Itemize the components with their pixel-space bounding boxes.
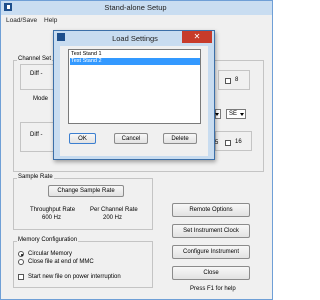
- channel-16-label: 16: [235, 139, 242, 145]
- channel-8-label: 8: [235, 77, 239, 83]
- channel-5-label: 5: [215, 140, 219, 146]
- set-instrument-clock-button[interactable]: Set Instrument Clock: [172, 224, 250, 238]
- remote-options-button[interactable]: Remote Options: [172, 203, 250, 217]
- channel-8-checkbox[interactable]: [225, 78, 231, 84]
- channel-row-label-2: Mode: [33, 96, 49, 102]
- circular-memory-label: Circular Memory: [28, 251, 73, 257]
- mode-dropdown[interactable]: SE: [226, 109, 246, 119]
- sample-rate-label: Sample Rate: [17, 174, 54, 180]
- close-file-radio[interactable]: [18, 259, 24, 265]
- channel-right-subgroup-2: [215, 131, 252, 151]
- configure-instrument-button[interactable]: Configure Instrument: [172, 245, 250, 259]
- channel-16-checkbox[interactable]: [225, 140, 231, 146]
- cancel-button[interactable]: Cancel: [114, 133, 148, 144]
- channel-subgroup-1: [20, 64, 54, 90]
- throughput-rate-label: Throughput Rate: [30, 207, 76, 213]
- menu-load-save[interactable]: Load/Save: [6, 17, 37, 24]
- mode-dropdown-value: SE: [229, 111, 238, 117]
- list-item[interactable]: Test Stand 1: [70, 51, 200, 58]
- channel-setup-label: Channel Set: [17, 56, 53, 62]
- per-channel-rate-value: 200 Hz: [103, 215, 123, 221]
- close-file-label: Close file at end of MMC: [28, 259, 94, 265]
- power-interruption-checkbox[interactable]: [18, 274, 24, 280]
- menu-bar: [1, 15, 272, 26]
- close-button[interactable]: Close: [172, 266, 250, 280]
- window-title: Stand-alone Setup: [104, 3, 167, 12]
- dialog-body: Test Stand 1 Test Stand 2 OK Cancel Dele…: [60, 46, 208, 156]
- throughput-rate-value: 600 Hz: [42, 215, 62, 221]
- mode-dropdown-left[interactable]: [215, 109, 221, 119]
- settings-listbox[interactable]: Test Stand 1 Test Stand 2: [68, 49, 201, 124]
- close-icon: ✕: [193, 32, 201, 41]
- dialog-close-button[interactable]: ✕: [182, 31, 212, 43]
- circular-memory-radio[interactable]: [18, 251, 24, 257]
- per-channel-rate-label: Per Channel Rate: [90, 207, 138, 213]
- change-sample-rate-button[interactable]: Change Sample Rate: [48, 185, 124, 197]
- power-interruption-label: Start new file on power interruption: [28, 274, 121, 280]
- memory-config-label: Memory Configuration: [17, 237, 79, 243]
- load-settings-dialog: Load Settings ✕ Test Stand 1 Test Stand …: [53, 30, 215, 160]
- help-hint: Press F1 for help: [190, 286, 236, 292]
- channel-row-label-3: Diff -: [30, 132, 43, 138]
- ok-button[interactable]: OK: [69, 133, 96, 144]
- channel-right-subgroup-1: [218, 70, 250, 90]
- channel-row-label-1: Diff -: [30, 71, 43, 77]
- menu-help[interactable]: Help: [44, 17, 57, 24]
- delete-button[interactable]: Delete: [163, 133, 197, 144]
- list-item-selected[interactable]: Test Stand 2: [70, 58, 200, 65]
